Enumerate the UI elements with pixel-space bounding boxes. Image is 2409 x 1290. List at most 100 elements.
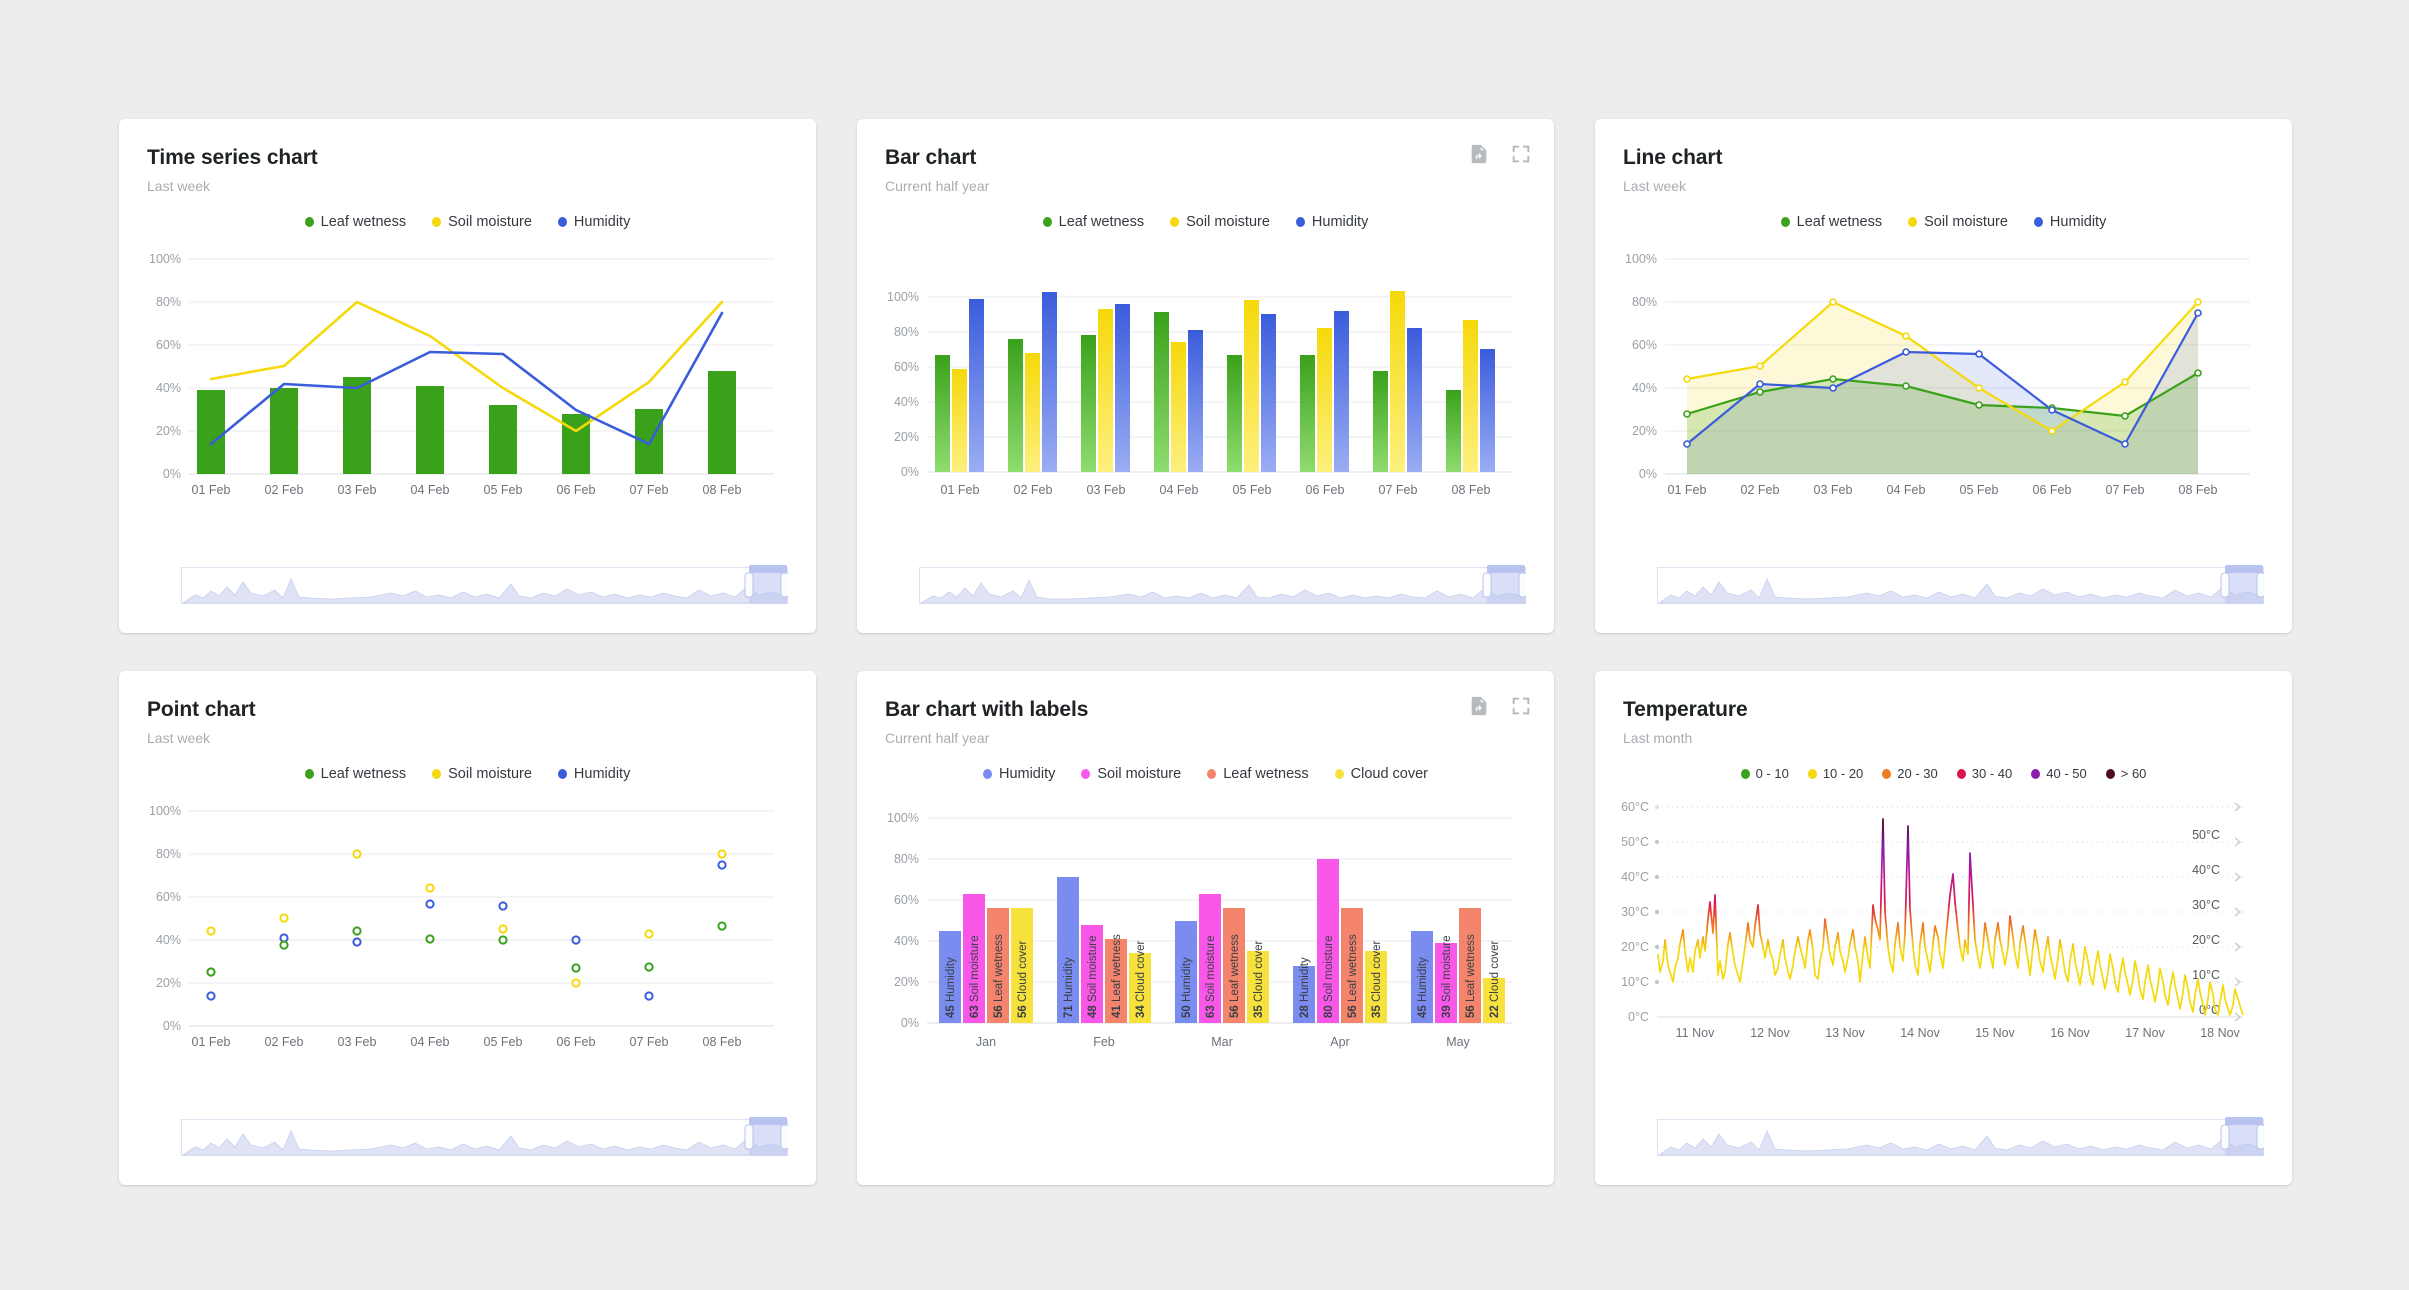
legend-item-humidity[interactable]: Humidity xyxy=(2033,214,2106,230)
legend-label: Soil moisture xyxy=(1186,214,1270,231)
legend-label: Leaf wetness xyxy=(1058,214,1145,231)
legend-item-humidity[interactable]: Humidity xyxy=(982,766,1055,782)
plot-area-bar-labels[interactable]: 100% 80% 60% 40% 20% 0% 45 Humidity 63 S… xyxy=(857,796,1554,1064)
svg-text:07 Feb: 07 Feb xyxy=(1379,483,1418,497)
card-header: Temperature Last month xyxy=(1595,671,2292,746)
page-title: Temperature xyxy=(1623,698,1748,721)
x-axis-ticks: 01 Feb 02 Feb 03 Feb 04 Feb 05 Feb 06 Fe… xyxy=(941,483,1491,497)
navigator-svg xyxy=(919,565,1526,604)
navigator-handle-right[interactable] xyxy=(2256,1124,2264,1150)
svg-text:13 Nov: 13 Nov xyxy=(1825,1026,1865,1040)
legend-item-40-50[interactable]: 40 - 50 xyxy=(2031,766,2087,781)
legend-item-soil-moisture[interactable]: Soil moisture xyxy=(432,214,532,230)
legend-dot-icon xyxy=(1740,768,1750,779)
bars-leaf-wetness xyxy=(197,371,736,475)
bar-label: 63 Soil moisture xyxy=(1205,936,1217,1018)
legend-item-soil-moisture[interactable]: Soil moisture xyxy=(1170,214,1270,230)
card-bar-chart: Bar chart Current half year Leaf wetness xyxy=(857,119,1554,633)
legend-label: Humidity xyxy=(1311,214,1369,231)
legend-item-humidity[interactable]: Humidity xyxy=(557,766,630,782)
navigator-grip[interactable] xyxy=(749,1117,787,1125)
legend-item-0-10[interactable]: 0 - 10 xyxy=(1740,766,1789,781)
legend-dot-icon xyxy=(2033,217,2043,228)
navigator-handle-left[interactable] xyxy=(1482,572,1492,598)
svg-text:20%: 20% xyxy=(156,976,181,990)
legend-dot-icon xyxy=(2105,768,2115,779)
legend-item-soil-moisture[interactable]: Soil moisture xyxy=(1081,766,1181,782)
legend-dot-icon xyxy=(1170,217,1180,228)
fullscreen-icon[interactable] xyxy=(1510,143,1532,165)
navigator-grip[interactable] xyxy=(749,565,787,573)
card-header: Line chart Last week xyxy=(1595,119,2292,194)
svg-text:01 Feb: 01 Feb xyxy=(1668,483,1707,497)
gridlines xyxy=(1657,806,2243,1018)
navigator-handle-left[interactable] xyxy=(744,572,754,598)
legend-item-humidity[interactable]: Humidity xyxy=(1295,214,1369,231)
svg-text:40%: 40% xyxy=(894,395,919,409)
legend-item-leaf-wetness[interactable]: Leaf wetness xyxy=(1042,214,1145,231)
y-axis-ticks-left: 60°C 50°C 40°C 30°C 20°C 10°C 0°C xyxy=(1621,800,1649,1024)
navigator-svg xyxy=(1657,565,2264,604)
navigator-handle-left[interactable] xyxy=(2220,1124,2230,1150)
svg-text:80%: 80% xyxy=(156,847,181,861)
bar-label: 45 Humidity xyxy=(1417,957,1429,1018)
plot-area-bar-chart[interactable]: 100% 80% 60% 40% 20% 0% 01 Feb 02 Feb 03… xyxy=(857,244,1554,512)
svg-text:Jan: Jan xyxy=(976,1035,996,1049)
svg-text:100%: 100% xyxy=(887,811,919,825)
range-navigator[interactable] xyxy=(1657,1117,2264,1159)
navigator-grip[interactable] xyxy=(2225,1117,2263,1125)
navigator-grip[interactable] xyxy=(2225,565,2263,573)
svg-text:08 Feb: 08 Feb xyxy=(703,483,742,497)
range-navigator[interactable] xyxy=(181,565,788,607)
navigator-handle-left[interactable] xyxy=(744,1124,754,1150)
legend-item-cloud-cover[interactable]: Cloud cover xyxy=(1334,766,1428,782)
legend-label: Leaf wetness xyxy=(320,214,407,231)
export-icon[interactable] xyxy=(1468,143,1490,165)
legend-label: Leaf wetness xyxy=(320,766,407,783)
point-chart-svg: 100% 80% 60% 40% 20% 0% 01 Feb 02 Feb 03… xyxy=(149,804,774,1049)
plot-area-line-chart[interactable]: 100% 80% 60% 40% 20% 0% 01 Feb 02 Feb 03… xyxy=(1595,244,2292,512)
svg-text:07 Feb: 07 Feb xyxy=(630,483,669,497)
svg-text:08 Feb: 08 Feb xyxy=(2179,483,2218,497)
bar-label: 80 Soil moisture xyxy=(1323,936,1335,1018)
plot-area-temperature[interactable]: 60°C 50°C 40°C 30°C 20°C 10°C 0°C 50°C 4… xyxy=(1595,795,2292,1063)
legend-item-leaf-wetness[interactable]: Leaf wetness xyxy=(304,766,407,783)
svg-text:20%: 20% xyxy=(1632,424,1657,438)
export-icon[interactable] xyxy=(1468,695,1490,717)
plot-area-time-series[interactable]: 100% 80% 60% 40% 20% 0% 01 Feb 02 Feb 03… xyxy=(119,244,816,512)
navigator-handle-right[interactable] xyxy=(780,1124,788,1150)
legend-item-30-40[interactable]: 30 - 40 xyxy=(1956,766,2012,781)
svg-text:40°C: 40°C xyxy=(1621,870,1649,884)
svg-text:07 Feb: 07 Feb xyxy=(630,1035,669,1049)
navigator-handle-right[interactable] xyxy=(1518,572,1526,598)
range-navigator[interactable] xyxy=(1657,565,2264,607)
range-navigator[interactable] xyxy=(919,565,1526,607)
navigator-handle-right[interactable] xyxy=(2256,572,2264,598)
fullscreen-icon[interactable] xyxy=(1510,695,1532,717)
bar-label: 56 Leaf wetness xyxy=(1229,934,1241,1018)
bar-label: 41 Leaf wetness xyxy=(1111,934,1123,1018)
legend-item-leaf-wetness[interactable]: Leaf wetness xyxy=(1207,766,1309,782)
legend-dot-icon xyxy=(1334,769,1344,780)
legend-item-20-30[interactable]: 20 - 30 xyxy=(1882,766,1938,781)
svg-text:Mar: Mar xyxy=(1211,1035,1233,1049)
legend-item-soil-moisture[interactable]: Soil moisture xyxy=(1908,214,2008,230)
legend-item-leaf-wetness[interactable]: Leaf wetness xyxy=(1780,214,1882,230)
navigator-grip[interactable] xyxy=(1487,565,1525,573)
legend-item-leaf-wetness[interactable]: Leaf wetness xyxy=(304,214,407,231)
svg-text:50°C: 50°C xyxy=(2192,828,2220,842)
card-toolbar xyxy=(1468,695,1532,717)
svg-text:03 Feb: 03 Feb xyxy=(1087,483,1126,497)
navigator-handle-right[interactable] xyxy=(780,572,788,598)
page-title: Bar chart xyxy=(885,146,977,169)
navigator-handle-left[interactable] xyxy=(2220,572,2230,598)
range-navigator[interactable] xyxy=(181,1117,788,1159)
legend-item-10-20[interactable]: 10 - 20 xyxy=(1807,766,1863,781)
chart-legend: Leaf wetness Soil moisture Humidity xyxy=(119,214,816,230)
legend-item-humidity[interactable]: Humidity xyxy=(557,214,630,230)
legend-item-soil-moisture[interactable]: Soil moisture xyxy=(432,766,532,782)
legend-item-over-60[interactable]: > 60 xyxy=(2105,766,2146,781)
svg-text:10°C: 10°C xyxy=(2192,968,2220,982)
plot-area-point-chart[interactable]: 100% 80% 60% 40% 20% 0% 01 Feb 02 Feb 03… xyxy=(119,796,816,1064)
svg-text:0°C: 0°C xyxy=(1628,1010,1649,1024)
